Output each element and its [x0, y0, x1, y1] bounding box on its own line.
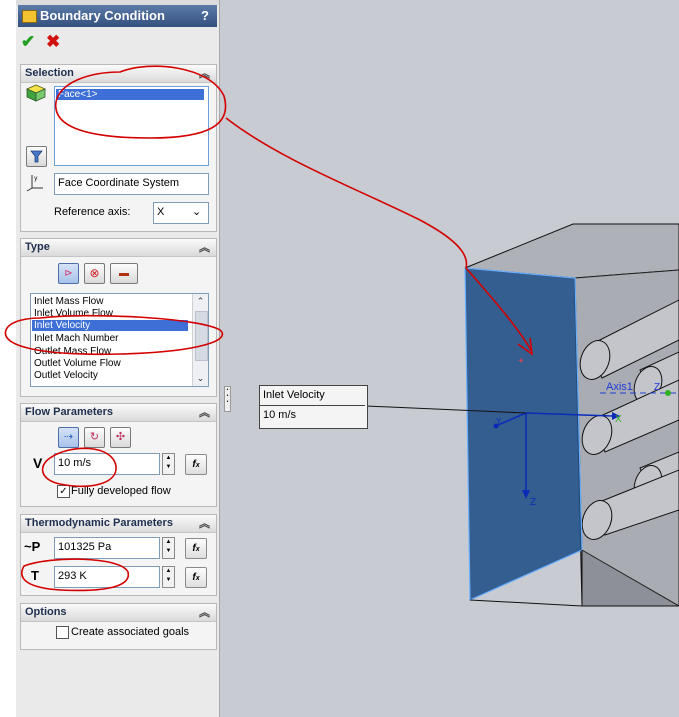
annotation-circle-velocity — [41, 447, 117, 488]
annotation-circle-selection — [55, 65, 227, 139]
annotation-arrow-line — [225, 117, 533, 353]
annotation-circle-temperature — [21, 558, 129, 592]
red-annotation-layer — [4, 65, 534, 592]
annotation-circle-inlet-velocity — [4, 314, 224, 356]
